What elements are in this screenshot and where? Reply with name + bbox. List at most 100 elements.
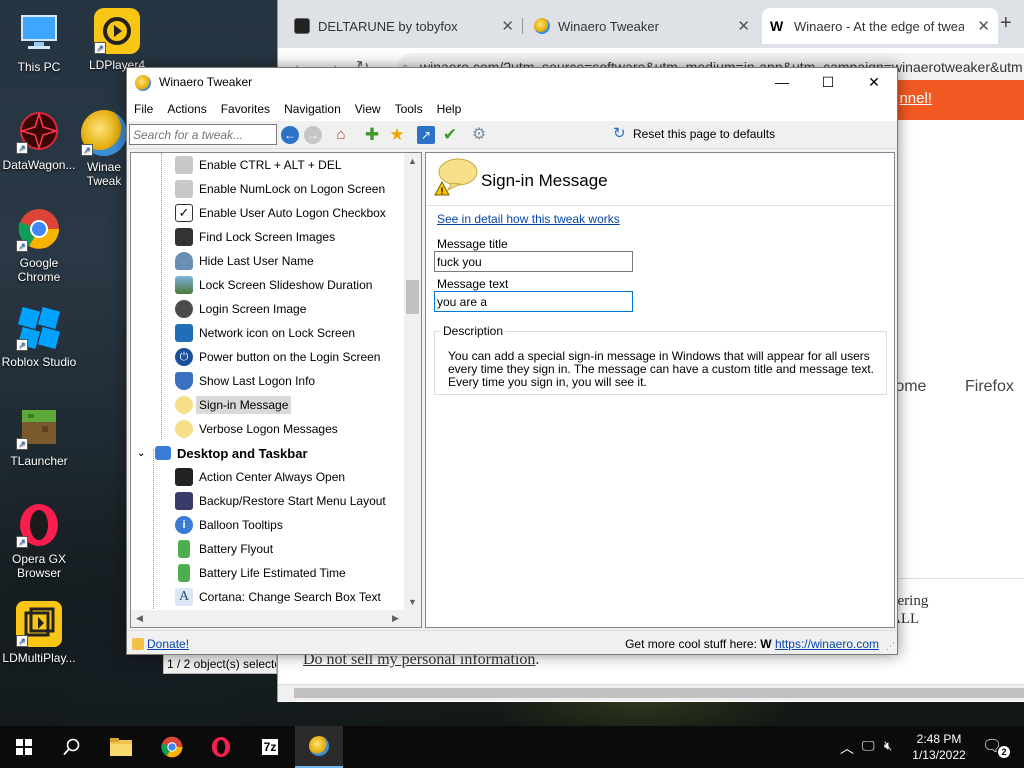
nav-link-firefox[interactable]: Firefox [965, 378, 1014, 396]
menu-actions[interactable]: Actions [160, 97, 213, 121]
message-text-input[interactable] [434, 291, 633, 312]
tree-horizontal-scrollbar[interactable]: ◀ ▶ [131, 610, 421, 627]
scroll-up-arrow[interactable]: ▲ [404, 153, 421, 170]
taskbar-winaero-tweaker[interactable] [295, 726, 343, 768]
tree-item-auto-logon-checkbox[interactable]: ✓ Enable User Auto Logon Checkbox [175, 201, 386, 225]
close-tab-icon[interactable]: ✕ [737, 17, 750, 35]
maximize-button[interactable]: ☐ [805, 68, 851, 97]
desktop-icon-winaero[interactable]: ↗ Winae Tweak [78, 110, 130, 188]
svg-text:!: ! [441, 186, 444, 196]
taskbar-file-explorer[interactable] [97, 726, 145, 768]
browser-tab-deltarune[interactable]: DELTARUNE by tobyfox ✕ [286, 8, 523, 44]
tree-item-sign-in-message[interactable]: Sign-in Message [175, 393, 292, 417]
tree-item-show-last-logon-info[interactable]: Show Last Logon Info [175, 369, 315, 393]
home-icon[interactable]: ⌂ [332, 126, 350, 144]
tree-item-power-button-login[interactable]: ⏻ Power button on the Login Screen [175, 345, 380, 369]
search-input[interactable] [129, 124, 277, 145]
notification-center-button[interactable]: 🗨︎ 2 [982, 736, 1010, 758]
browser-horizontal-scrollbar[interactable] [278, 684, 1024, 701]
desktop-icon-roblox-studio[interactable]: ↗ Roblox Studio [0, 305, 78, 369]
start-button[interactable] [0, 726, 48, 768]
tree-item-verbose-logon-messages[interactable]: Verbose Logon Messages [175, 417, 338, 441]
notification-count-badge: 2 [998, 746, 1010, 758]
resize-grip[interactable]: ⋰ [886, 641, 895, 652]
scroll-down-arrow[interactable]: ▼ [404, 594, 421, 611]
network-icon[interactable]: 🖵︎ [862, 738, 875, 754]
message-icon [175, 396, 193, 414]
taskbar-7zip[interactable]: 7z [246, 726, 294, 768]
donate-link[interactable]: Donate! [132, 637, 189, 651]
desktop-icon-this-pc[interactable]: This PC [0, 10, 78, 74]
close-button[interactable]: ✕ [851, 68, 897, 97]
apply-check-icon[interactable]: ✔ [441, 126, 459, 144]
winaero-app-icon [135, 75, 151, 91]
tree-item-backup-start-menu[interactable]: Backup/Restore Start Menu Layout [175, 489, 386, 513]
taskbar-opera-gx[interactable] [197, 726, 245, 768]
tree-item-battery-life-estimated[interactable]: Battery Life Estimated Time [175, 561, 346, 585]
winaero-site-link[interactable]: https://winaero.com [775, 637, 879, 651]
tweak-title: Sign-in Message [481, 171, 608, 190]
volume-muted-icon[interactable]: 🔇︎ [884, 738, 892, 754]
chevron-down-icon[interactable]: ⌄ [137, 448, 151, 459]
taskbar-chrome[interactable] [148, 726, 196, 768]
scroll-right-arrow[interactable]: ▶ [387, 610, 404, 627]
menu-tools[interactable]: Tools [388, 97, 430, 121]
tree-item-hide-last-user-name[interactable]: Hide Last User Name [175, 249, 314, 273]
tree-category-desktop-taskbar[interactable]: ⌄ Desktop and Taskbar [137, 441, 308, 465]
tree-item-login-screen-image[interactable]: Login Screen Image [175, 297, 306, 321]
title-bar[interactable]: Winaero Tweaker — ☐ ✕ [127, 68, 897, 97]
banner-link[interactable]: nnel! [899, 90, 932, 107]
tree-item-enable-ctrl-alt-del[interactable]: Enable CTRL + ALT + DEL [175, 153, 342, 177]
settings-gear-icon[interactable]: ⚙ [470, 126, 488, 144]
menu-help[interactable]: Help [430, 97, 469, 121]
browser-tab-winaero-tweaker[interactable]: Winaero Tweaker ✕ [526, 8, 758, 44]
minimize-button[interactable]: — [759, 68, 805, 97]
scroll-thumb[interactable] [406, 280, 419, 314]
menu-favorites[interactable]: Favorites [214, 97, 277, 121]
desktop-icon-chrome[interactable]: ↗ Google Chrome [0, 206, 78, 284]
forward-icon[interactable]: → [304, 126, 322, 144]
taskbar-clock[interactable]: 2:48 PM 1/13/2022 [907, 731, 971, 763]
tree-item-find-lock-screen-images[interactable]: Find Lock Screen Images [175, 225, 335, 249]
desktop-icon-ldmultiplayer[interactable]: ↗ LDMultiPlay... [0, 601, 78, 665]
search-button[interactable] [48, 726, 96, 768]
tweak-detail-panel: ! Sign-in Message See in detail how this… [425, 152, 895, 628]
tree-item-battery-flyout[interactable]: Battery Flyout [175, 537, 273, 561]
user-icon [175, 252, 193, 270]
tree-item-lock-screen-slideshow[interactable]: Lock Screen Slideshow Duration [175, 273, 372, 297]
desktop-icon-datawagon[interactable]: ↗ DataWagon... [0, 108, 78, 172]
chrome-icon: ↗ [16, 206, 62, 252]
scroll-left-arrow[interactable]: ◀ [131, 610, 148, 627]
winaero-w-favicon: W [770, 18, 784, 34]
tweak-detail-link[interactable]: See in detail how this tweak works [437, 212, 620, 226]
add-favorite-icon[interactable]: ✚ [363, 126, 381, 144]
browser-tabstrip: DELTARUNE by tobyfox ✕ Winaero Tweaker ✕… [278, 0, 1024, 48]
tree-item-action-center-open[interactable]: Action Center Always Open [175, 465, 345, 489]
desktop-icon-ldplayer[interactable]: ↗ LDPlayer4 [78, 8, 156, 72]
favorites-star-icon[interactable]: ★ [388, 126, 406, 144]
desktop-icon-opera-gx[interactable]: ↗ Opera GX Browser [0, 502, 78, 580]
show-hidden-icons-chevron[interactable]: ︿ [840, 738, 854, 758]
shortcut-icon[interactable]: ↗ [417, 126, 435, 144]
back-icon[interactable]: ← [281, 126, 299, 144]
action-center-icon [175, 468, 193, 486]
tree-item-enable-numlock[interactable]: Enable NumLock on Logon Screen [175, 177, 385, 201]
menu-file[interactable]: File [127, 97, 160, 121]
battery-icon [178, 540, 190, 558]
desktop-icon-tlauncher[interactable]: ↗ TLauncher [0, 404, 78, 468]
reset-page-button[interactable]: ↻ Reset this page to defaults [613, 126, 775, 142]
tree-item-balloon-tooltips[interactable]: i Balloon Tooltips [175, 513, 283, 537]
close-tab-icon[interactable]: ✕ [977, 17, 990, 35]
close-tab-icon[interactable]: ✕ [501, 17, 514, 35]
message-title-input[interactable] [434, 251, 633, 272]
new-tab-button[interactable]: + [1000, 12, 1012, 35]
tree-item-cortana-search-text[interactable]: A Cortana: Change Search Box Text [175, 585, 381, 609]
tree-item-network-icon-lock-screen[interactable]: Network icon on Lock Screen [175, 321, 355, 345]
tweak-tree[interactable]: Enable CTRL + ALT + DEL Enable NumLock o… [130, 152, 422, 628]
menu-view[interactable]: View [348, 97, 388, 121]
tree-vertical-scrollbar[interactable]: ▲ ▼ [404, 153, 421, 611]
search-icon [63, 738, 80, 756]
winaero-favicon [534, 18, 550, 34]
menu-navigation[interactable]: Navigation [277, 97, 348, 121]
browser-tab-winaero-site[interactable]: W Winaero - At the edge of tweaki ✕ [762, 8, 998, 44]
